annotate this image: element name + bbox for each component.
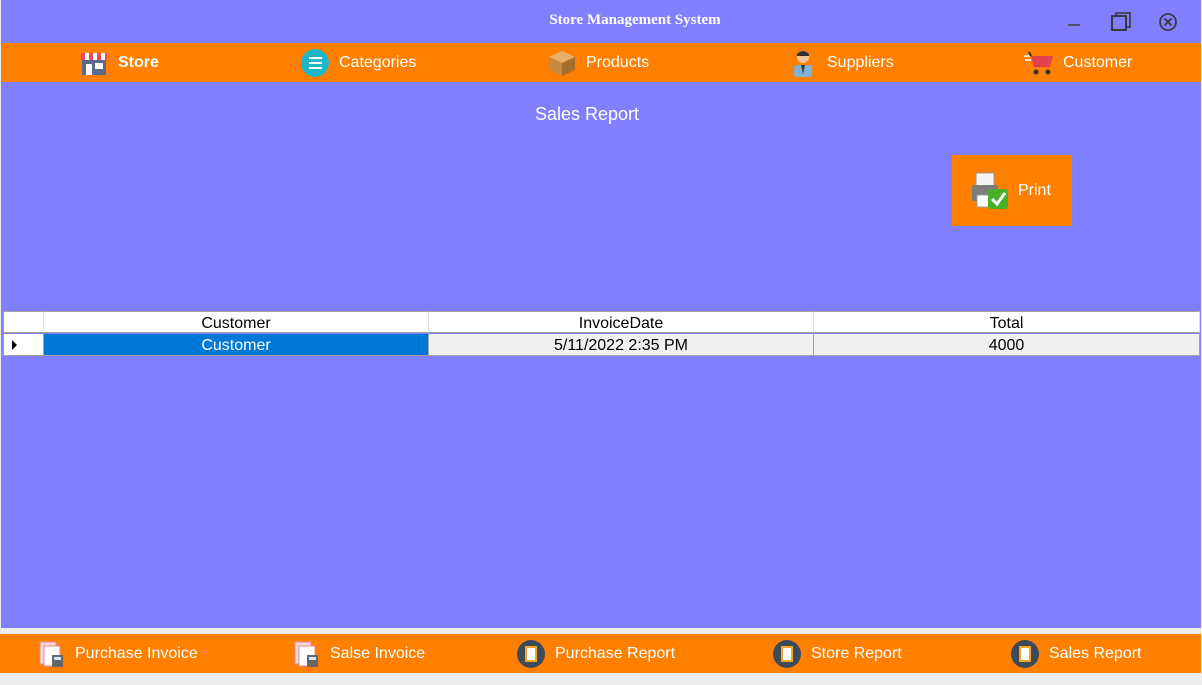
box-icon xyxy=(546,47,578,79)
window-title: Store Management System xyxy=(549,12,721,28)
print-icon xyxy=(970,171,1010,211)
maximize-icon xyxy=(1111,12,1131,31)
page-title: Sales Report xyxy=(534,104,640,124)
cell-invoicedate[interactable]: 5/11/2022 2:35 PM xyxy=(429,334,814,356)
list-icon xyxy=(299,47,331,79)
print-button[interactable]: Print xyxy=(952,155,1072,226)
nav-label: Categories xyxy=(339,53,417,71)
nav-label: Customer xyxy=(1063,53,1133,71)
nav-purchase-report[interactable]: Purchase Report xyxy=(516,634,675,673)
sales-grid[interactable]: Customer InvoiceDate Total Customer 5/11… xyxy=(3,311,1200,357)
close-button[interactable] xyxy=(1155,9,1181,35)
row-header[interactable] xyxy=(3,334,44,356)
store-icon xyxy=(78,47,110,79)
invoice-icon xyxy=(291,639,321,669)
bottom-nav-label: Salse Invoice xyxy=(330,644,426,662)
nav-label: Suppliers xyxy=(827,53,894,71)
cell-customer[interactable]: Customer xyxy=(44,334,429,356)
table-row[interactable]: Customer 5/11/2022 2:35 PM 4000 xyxy=(3,334,1200,357)
person-icon xyxy=(787,47,819,79)
column-header-customer[interactable]: Customer xyxy=(44,311,429,333)
title-bar: Store Management System xyxy=(1,0,1201,43)
nav-sales-report[interactable]: Sales Report xyxy=(1010,634,1142,673)
bottom-nav-label: Store Report xyxy=(811,644,902,662)
grid-header: Customer InvoiceDate Total xyxy=(3,311,1200,334)
nav-item-categories[interactable]: Categories xyxy=(299,43,416,82)
cell-total[interactable]: 4000 xyxy=(814,334,1200,356)
cart-icon xyxy=(1023,47,1055,79)
nav-purchase-invoice[interactable]: Purchase Invoice xyxy=(36,634,198,673)
report-icon xyxy=(1010,639,1040,669)
nav-item-suppliers[interactable]: Suppliers xyxy=(787,43,894,82)
bottom-nav-label: Purchase Report xyxy=(555,644,676,662)
report-icon xyxy=(772,639,802,669)
minimize-button[interactable] xyxy=(1061,9,1087,35)
nav-item-customer[interactable]: Customer xyxy=(1023,43,1132,82)
top-navigation: Store Categories Products Suppliers Cust… xyxy=(1,43,1201,82)
nav-item-store[interactable]: Store xyxy=(78,43,159,82)
column-header-total[interactable]: Total xyxy=(814,311,1200,333)
bottom-nav-label: Purchase Invoice xyxy=(75,644,198,662)
nav-label: Products xyxy=(586,53,650,71)
header-corner[interactable] xyxy=(3,311,44,333)
invoice-icon xyxy=(36,639,66,669)
nav-store-report[interactable]: Store Report xyxy=(772,634,902,673)
close-icon xyxy=(1159,13,1177,31)
print-label: Print xyxy=(1018,181,1051,199)
minimize-icon xyxy=(1068,24,1080,26)
app-window: Store Management System Store Categories xyxy=(1,0,1201,628)
nav-salse-invoice[interactable]: Salse Invoice xyxy=(291,634,425,673)
nav-item-products[interactable]: Products xyxy=(546,43,649,82)
bottom-nav-label: Sales Report xyxy=(1049,644,1142,662)
nav-label: Store xyxy=(118,53,159,71)
maximize-button[interactable] xyxy=(1108,9,1134,35)
bottom-navigation: Purchase Invoice Salse Invoice Purchase … xyxy=(0,634,1201,673)
report-icon xyxy=(516,639,546,669)
row-indicator-icon xyxy=(12,340,17,350)
column-header-invoicedate[interactable]: InvoiceDate xyxy=(429,311,814,333)
